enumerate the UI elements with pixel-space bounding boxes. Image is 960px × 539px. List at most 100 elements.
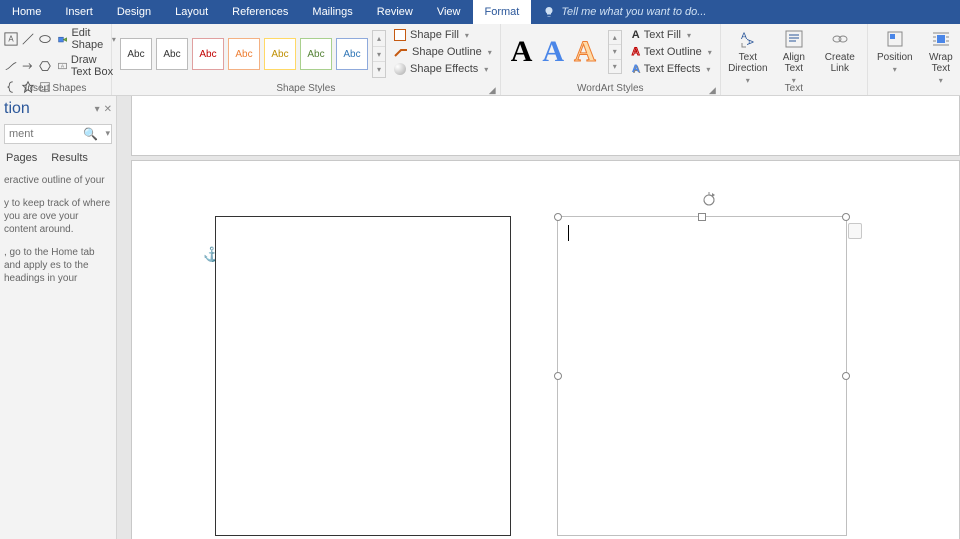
shape-styles-expand[interactable]: ▴▾▾ [372, 30, 386, 78]
shape-styles-launcher[interactable]: ◢ [489, 85, 497, 93]
tab-view[interactable]: View [425, 0, 473, 24]
text-box-shape-right-selected[interactable] [557, 216, 847, 536]
text-effects-button[interactable]: AText Effects▾ [630, 62, 714, 76]
search-options-caret-icon[interactable]: ▾ [105, 128, 110, 139]
wordart-style-1[interactable]: A [511, 35, 533, 69]
shape-effects-icon [394, 63, 406, 75]
group-label-arrange: Arrange [868, 83, 960, 94]
document-canvas[interactable]: ⚓ [117, 96, 960, 539]
text-box-shape-left[interactable] [215, 216, 511, 536]
group-label-wordart-styles: WordArt Styles [501, 83, 720, 94]
text-direction-icon: AA [738, 28, 758, 50]
wrap-text-button[interactable]: Wrap Text▾ [918, 26, 960, 87]
resize-handle-tr[interactable] [842, 213, 850, 221]
tab-review[interactable]: Review [365, 0, 425, 24]
wordart-launcher[interactable]: ◢ [709, 85, 717, 93]
navigation-pane: tion ▾ ✕ 🔍 ▾ Pages Results eractive outl… [0, 96, 117, 539]
align-text-button[interactable]: Align Text▾ [771, 26, 817, 87]
shape-style-1[interactable]: Abc [120, 38, 152, 70]
shape-style-7[interactable]: Abc [336, 38, 368, 70]
nav-para-3: , go to the Home tab and apply es to the… [4, 246, 112, 285]
shape-style-3[interactable]: Abc [192, 38, 224, 70]
shape-style-4[interactable]: Abc [228, 38, 260, 70]
text-cursor [568, 225, 569, 241]
tab-layout[interactable]: Layout [163, 0, 220, 24]
shape-styles-gallery[interactable]: Abc Abc Abc Abc Abc Abc Abc ▴▾▾ [116, 26, 390, 78]
shape-outline-button[interactable]: Shape Outline▾ [392, 45, 494, 59]
rotate-handle-icon[interactable] [701, 192, 717, 208]
tab-references[interactable]: References [220, 0, 300, 24]
text-effects-icon: A [632, 63, 640, 75]
navigation-headings-body: eractive outline of your y to keep track… [0, 168, 116, 301]
text-outline-icon: A [632, 46, 640, 58]
shape-fill-button[interactable]: Shape Fill▾ [392, 28, 494, 42]
shape-fill-icon [394, 29, 406, 41]
wordart-style-2[interactable]: A [542, 35, 564, 69]
group-arrange: Position▾ Wrap Text▾ Bring Forward▾ Send… [868, 24, 960, 95]
group-label-shape-styles: Shape Styles [112, 83, 500, 94]
shape-style-6[interactable]: Abc [300, 38, 332, 70]
resize-handle-ml[interactable] [554, 372, 562, 380]
create-link-button[interactable]: Create Link [817, 26, 863, 76]
group-shape-styles: Abc Abc Abc Abc Abc Abc Abc ▴▾▾ Shape Fi… [112, 24, 501, 95]
resize-handle-mr[interactable] [842, 372, 850, 380]
draw-text-box-button[interactable]: A Draw Text Box [55, 53, 119, 79]
nav-tab-pages[interactable]: Pages [6, 152, 37, 164]
wordart-style-3[interactable]: A [574, 35, 596, 69]
group-label-insert-shapes: Insert Shapes [0, 83, 111, 94]
text-outline-button[interactable]: AText Outline▾ [630, 45, 714, 59]
shape-hexagon-icon[interactable] [38, 59, 52, 73]
text-box-icon: A [58, 59, 67, 73]
shape-style-5[interactable]: Abc [264, 38, 296, 70]
tab-insert[interactable]: Insert [53, 0, 105, 24]
edit-shape-button[interactable]: Edit Shape▾ [55, 26, 119, 52]
tell-me-placeholder: Tell me what you want to do... [561, 6, 706, 18]
tell-me-search[interactable]: Tell me what you want to do... [531, 0, 960, 24]
navigation-pane-options-icon[interactable]: ▾ [95, 104, 100, 115]
shape-line-icon[interactable] [21, 32, 35, 46]
nav-para-1: eractive outline of your [4, 174, 112, 187]
tab-home[interactable]: Home [0, 0, 53, 24]
navigation-pane-tabs: Pages Results [0, 148, 116, 168]
nav-para-2: y to keep track of where you are ove you… [4, 197, 112, 236]
navigation-pane-close-icon[interactable]: ✕ [104, 104, 112, 115]
position-icon [885, 28, 905, 50]
create-link-icon [830, 28, 850, 50]
shape-textbox-icon[interactable]: A [4, 32, 18, 46]
navigation-pane-title: tion [4, 100, 30, 118]
text-direction-button[interactable]: AA Text Direction▾ [725, 26, 771, 87]
resize-handle-tc[interactable] [698, 213, 706, 221]
group-label-text: Text [721, 83, 867, 94]
text-fill-button[interactable]: AText Fill▾ [630, 28, 714, 42]
group-wordart-styles: A A A ▴▾▾ AText Fill▾ AText Outline▾ ATe… [501, 24, 721, 95]
lightbulb-icon [543, 6, 555, 18]
wrap-text-icon [931, 28, 951, 50]
navigation-search[interactable]: 🔍 ▾ [4, 124, 112, 144]
tab-format[interactable]: Format [473, 0, 532, 24]
group-insert-shapes: A Edit Shape▾ A Draw Text Box [0, 24, 112, 95]
shape-outline-icon [394, 47, 408, 57]
tab-design[interactable]: Design [105, 0, 163, 24]
align-text-icon [784, 28, 804, 50]
shape-oval-icon[interactable] [38, 32, 52, 46]
workspace: tion ▾ ✕ 🔍 ▾ Pages Results eractive outl… [0, 96, 960, 539]
ribbon: A Edit Shape▾ A Draw Text Box [0, 24, 960, 96]
text-fill-icon: A [632, 29, 640, 41]
nav-tab-results[interactable]: Results [51, 152, 88, 164]
svg-text:A: A [8, 35, 14, 44]
wordart-gallery[interactable]: A A A ▴▾▾ [505, 26, 628, 74]
position-button[interactable]: Position▾ [872, 26, 918, 76]
svg-text:A: A [745, 39, 755, 45]
group-text: AA Text Direction▾ Align Text▾ Create Li… [721, 24, 868, 95]
svg-text:A: A [61, 64, 64, 69]
edit-shape-icon [58, 32, 67, 46]
shape-effects-button[interactable]: Shape Effects▾ [392, 62, 494, 76]
wordart-expand[interactable]: ▴▾▾ [608, 30, 622, 74]
shape-connector-icon[interactable] [4, 59, 18, 73]
tab-mailings[interactable]: Mailings [300, 0, 364, 24]
navigation-search-input[interactable] [4, 124, 112, 144]
layout-options-button[interactable] [848, 223, 862, 239]
resize-handle-tl[interactable] [554, 213, 562, 221]
shape-style-2[interactable]: Abc [156, 38, 188, 70]
shape-arrow-icon[interactable] [21, 59, 35, 73]
